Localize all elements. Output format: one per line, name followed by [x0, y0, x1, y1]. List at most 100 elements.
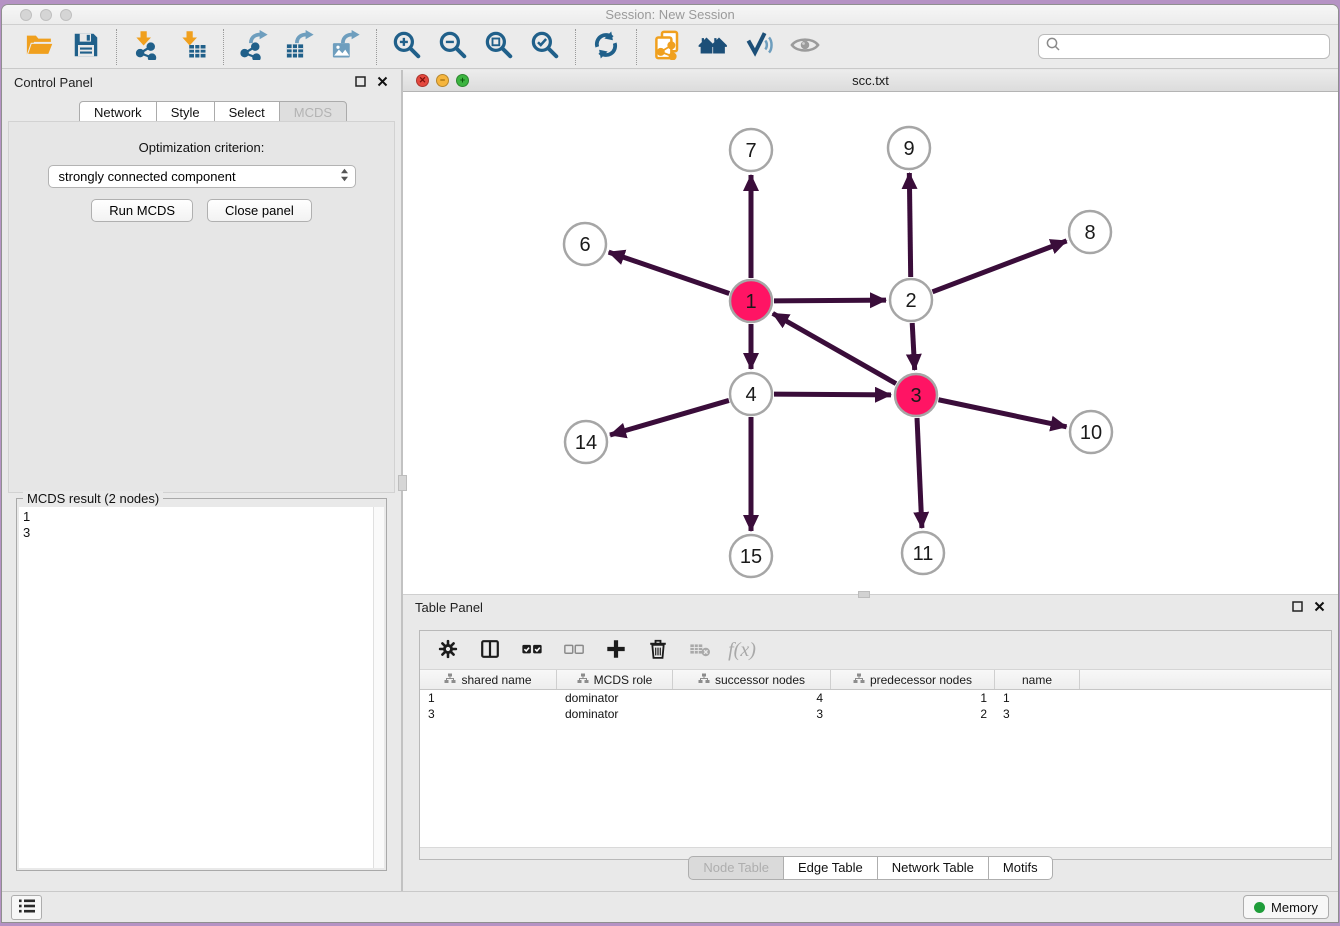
- table-row[interactable]: 1dominator411: [420, 690, 1331, 706]
- export-table-button[interactable]: [280, 28, 320, 66]
- export-table-icon: [285, 30, 315, 63]
- tab-edge-table[interactable]: Edge Table: [783, 856, 878, 880]
- function-builder-icon: f(x): [728, 639, 756, 662]
- close-panel-button[interactable]: Close panel: [207, 199, 312, 222]
- zoom-fit-button[interactable]: [479, 28, 519, 66]
- show-graphics-details-icon: [790, 30, 820, 63]
- node-14[interactable]: 14: [565, 421, 607, 463]
- deselect-all-columns-icon: [563, 638, 585, 663]
- column-header-name[interactable]: name: [995, 670, 1080, 689]
- cell-MCDS-role: dominator: [557, 691, 673, 705]
- save-session-button[interactable]: [66, 28, 106, 66]
- run-mcds-button[interactable]: Run MCDS: [91, 199, 193, 222]
- column-header-MCDS-role[interactable]: MCDS role: [557, 670, 673, 689]
- table-settings-button[interactable]: [434, 635, 462, 665]
- export-image-button[interactable]: [326, 28, 366, 66]
- network-canvas[interactable]: 7 9 6 8 1 2 4 3 14 10 15 11: [403, 92, 1338, 594]
- window-title: Session: New Session: [2, 7, 1338, 22]
- vertical-splitter-handle[interactable]: [398, 475, 407, 491]
- mcds-tab-content: Optimization criterion: strongly connect…: [8, 121, 395, 493]
- export-network-button[interactable]: [234, 28, 274, 66]
- node-1[interactable]: 1: [730, 280, 772, 322]
- control-panel: Control Panel NetworkStyleSelectMCDS Opt…: [2, 70, 403, 891]
- edge-2-8[interactable]: [933, 241, 1067, 292]
- edge-2-3[interactable]: [912, 323, 914, 370]
- node-6[interactable]: 6: [564, 223, 606, 265]
- node-label: 11: [913, 543, 934, 565]
- node-7[interactable]: 7: [730, 129, 772, 171]
- zoom-out-button[interactable]: [433, 28, 473, 66]
- edge-3-11[interactable]: [917, 418, 922, 528]
- save-session-icon: [71, 30, 101, 63]
- column-layout-icon: [479, 638, 501, 663]
- memory-button[interactable]: Memory: [1243, 895, 1329, 919]
- column-layout-button[interactable]: [476, 635, 504, 665]
- node-label: 4: [745, 384, 756, 406]
- zoom-out-icon: [438, 30, 468, 63]
- column-header-label: MCDS role: [594, 673, 653, 687]
- deselect-all-columns-button[interactable]: [560, 635, 588, 665]
- table-row[interactable]: 3dominator323: [420, 706, 1331, 722]
- edge-4-3[interactable]: [774, 394, 891, 395]
- cell-successor-nodes: 3: [673, 707, 831, 721]
- column-header-successor-nodes[interactable]: successor nodes: [673, 670, 831, 689]
- edge-3-1[interactable]: [773, 313, 896, 383]
- node-11[interactable]: 11: [902, 532, 944, 574]
- edge-3-10[interactable]: [939, 400, 1067, 427]
- node-label: 15: [740, 546, 762, 568]
- import-network-button[interactable]: [127, 28, 167, 66]
- delete-column-button[interactable]: [644, 635, 672, 665]
- mcds-result-list[interactable]: 13: [19, 507, 384, 868]
- cell-name: 3: [995, 707, 1080, 721]
- open-session-button[interactable]: [20, 28, 60, 66]
- node-4[interactable]: 4: [730, 373, 772, 415]
- select-chevrons-icon: [338, 167, 351, 186]
- edge-1-6[interactable]: [609, 252, 730, 293]
- clone-network-button[interactable]: [647, 28, 687, 66]
- float-panel-icon[interactable]: [354, 75, 367, 88]
- node-8[interactable]: 8: [1069, 211, 1111, 253]
- optimization-select[interactable]: strongly connected component: [48, 165, 356, 188]
- add-column-button[interactable]: [602, 635, 630, 665]
- cell-MCDS-role: dominator: [557, 707, 673, 721]
- zoom-selected-button[interactable]: [525, 28, 565, 66]
- edge-1-2[interactable]: [774, 300, 886, 301]
- close-table-panel-icon[interactable]: [1313, 600, 1326, 613]
- add-column-icon: [605, 638, 627, 663]
- zoom-in-button[interactable]: [387, 28, 427, 66]
- task-history-button[interactable]: [11, 895, 42, 920]
- node-table: shared name MCDS role successor nodesprede…: [420, 670, 1331, 847]
- node-15[interactable]: 15: [730, 535, 772, 577]
- memory-label: Memory: [1271, 900, 1318, 915]
- function-builder-button: f(x): [728, 635, 756, 665]
- node-2[interactable]: 2: [890, 279, 932, 321]
- edge-4-14[interactable]: [610, 400, 729, 435]
- float-table-panel-icon[interactable]: [1291, 600, 1304, 613]
- horizontal-splitter-handle[interactable]: [858, 591, 870, 598]
- search-input[interactable]: [1065, 39, 1323, 54]
- node-label: 3: [910, 385, 921, 407]
- node-10[interactable]: 10: [1070, 411, 1112, 453]
- column-header-label: name: [1022, 673, 1052, 687]
- close-panel-icon[interactable]: [376, 75, 389, 88]
- hide-graphics-details-button[interactable]: [739, 28, 779, 66]
- export-image-icon: [331, 30, 361, 63]
- column-header-predecessor-nodes[interactable]: predecessor nodes: [831, 670, 995, 689]
- node-3[interactable]: 3: [895, 374, 937, 416]
- column-header-shared-name[interactable]: shared name: [420, 670, 557, 689]
- node-label: 10: [1080, 422, 1102, 444]
- select-all-columns-button[interactable]: [518, 635, 546, 665]
- refresh-button[interactable]: [586, 28, 626, 66]
- import-table-button[interactable]: [173, 28, 213, 66]
- column-header-label: shared name: [461, 673, 531, 687]
- result-scrollbar[interactable]: [373, 507, 384, 868]
- delete-table-button: [686, 635, 714, 665]
- edge-2-9[interactable]: [909, 173, 910, 277]
- preferred-layout-button[interactable]: [693, 28, 733, 66]
- delete-column-icon: [647, 638, 669, 663]
- tab-network-table[interactable]: Network Table: [877, 856, 989, 880]
- tab-motifs[interactable]: Motifs: [988, 856, 1053, 880]
- tab-node-table[interactable]: Node Table: [688, 856, 784, 880]
- node-9[interactable]: 9: [888, 127, 930, 169]
- preferred-layout-icon: [698, 30, 728, 63]
